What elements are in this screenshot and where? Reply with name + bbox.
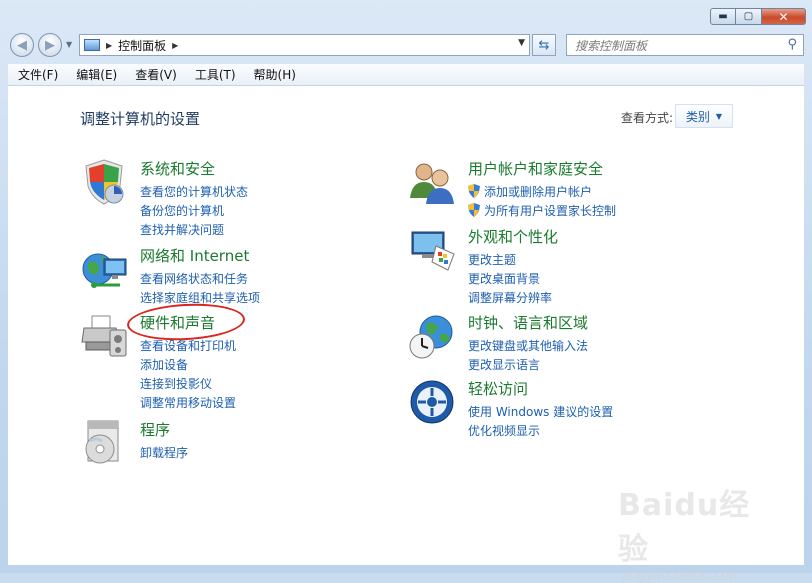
- search-box: ⚲: [566, 34, 804, 56]
- link-change-keyboard[interactable]: 更改键盘或其他输入法: [468, 337, 588, 356]
- menu-help[interactable]: 帮助(H): [244, 66, 304, 83]
- view-by-value: 类别: [685, 109, 710, 124]
- link-change-theme[interactable]: 更改主题: [468, 251, 552, 270]
- category-title-user-accounts[interactable]: 用户帐户和家庭安全: [468, 158, 603, 179]
- link-add-device[interactable]: 添加设备: [140, 356, 236, 375]
- accessibility-icon[interactable]: [408, 378, 456, 426]
- search-icon[interactable]: ⚲: [787, 37, 797, 52]
- forward-arrow-icon: ▶: [45, 37, 55, 53]
- programs-cd-icon[interactable]: [80, 419, 128, 467]
- link-connect-projector[interactable]: 连接到投影仪: [140, 375, 236, 394]
- maximize-icon: ▢: [743, 11, 754, 22]
- control-panel-icon: [84, 39, 100, 51]
- search-input[interactable]: [573, 36, 777, 56]
- back-arrow-icon: ◀: [17, 37, 27, 53]
- category-title-network-internet[interactable]: 网络和 Internet: [140, 245, 249, 266]
- view-by-dropdown[interactable]: 类别 ▼: [675, 104, 733, 128]
- globe-network-icon[interactable]: [80, 245, 128, 293]
- link-screen-resolution[interactable]: 调整屏幕分辨率: [468, 289, 552, 308]
- close-button[interactable]: ✕: [762, 8, 806, 25]
- link-add-remove-accounts[interactable]: 添加或删除用户帐户: [468, 183, 616, 202]
- refresh-button[interactable]: ⇆: [532, 34, 556, 56]
- link-parental-controls-label: 为所有用户设置家长控制: [484, 204, 617, 218]
- watermark-logo: Baidu经验: [618, 488, 751, 567]
- menu-view[interactable]: 查看(V): [125, 66, 185, 83]
- clock-globe-icon[interactable]: [408, 312, 456, 360]
- link-backup-computer[interactable]: 备份您的计算机: [140, 202, 248, 221]
- shield-icon[interactable]: [80, 158, 128, 206]
- forward-button[interactable]: ▶: [38, 33, 62, 57]
- link-display-language[interactable]: 更改显示语言: [468, 356, 588, 375]
- address-bar[interactable]: ▶ 控制面板 ▶ ▼: [79, 34, 530, 56]
- link-optimize-display[interactable]: 优化视频显示: [468, 422, 613, 441]
- menu-edit[interactable]: 编辑(E): [66, 66, 125, 83]
- navigation-bar: ◀ ▶ ▼ ▶ 控制面板 ▶ ▼ ⇆ ⚲: [0, 30, 812, 60]
- title-bar: ▬ ▢ ✕: [0, 0, 812, 30]
- link-parental-controls[interactable]: 为所有用户设置家长控制: [468, 202, 616, 221]
- breadcrumb-control-panel[interactable]: 控制面板: [118, 37, 166, 54]
- watermark: Baidu经验 jingyan.baidu.com: [618, 480, 778, 583]
- menu-bar: 文件(F) 编辑(E) 查看(V) 工具(T) 帮助(H): [8, 64, 804, 86]
- link-view-computer-status[interactable]: 查看您的计算机状态: [140, 183, 248, 202]
- link-uninstall-program[interactable]: 卸载程序: [140, 444, 188, 463]
- menu-file[interactable]: 文件(F): [8, 66, 66, 83]
- link-windows-recommended-settings[interactable]: 使用 Windows 建议的设置: [468, 403, 613, 422]
- users-icon[interactable]: [408, 158, 456, 206]
- link-add-remove-accounts-label: 添加或删除用户帐户: [484, 185, 593, 199]
- category-title-ease-of-access[interactable]: 轻松访问: [468, 378, 528, 399]
- watermark-url: jingyan.baidu.com: [622, 568, 742, 583]
- window-controls: ▬ ▢ ✕: [710, 8, 806, 25]
- chevron-down-icon: ▼: [715, 111, 723, 121]
- minimize-icon: ▬: [718, 11, 728, 22]
- category-title-programs[interactable]: 程序: [140, 419, 170, 440]
- breadcrumb-arrow-icon[interactable]: ▶: [172, 41, 178, 50]
- refresh-icon: ⇆: [538, 37, 550, 53]
- monitor-palette-icon[interactable]: [408, 226, 456, 274]
- category-title-appearance[interactable]: 外观和个性化: [468, 226, 558, 247]
- category-title-system-security[interactable]: 系统和安全: [140, 158, 215, 179]
- breadcrumb-arrow-icon[interactable]: ▶: [106, 41, 112, 50]
- back-button[interactable]: ◀: [10, 33, 34, 57]
- maximize-button[interactable]: ▢: [736, 8, 762, 25]
- uac-shield-icon: [468, 184, 480, 198]
- link-desktop-background[interactable]: 更改桌面背景: [468, 270, 552, 289]
- printer-speaker-icon[interactable]: [80, 312, 128, 360]
- uac-shield-icon: [468, 203, 480, 217]
- link-view-network-status[interactable]: 查看网络状态和任务: [140, 270, 260, 289]
- view-by-label: 查看方式:: [621, 111, 674, 125]
- recent-pages-dropdown-icon[interactable]: ▼: [66, 40, 72, 49]
- menu-tools[interactable]: 工具(T): [185, 66, 244, 83]
- window-frame: ▬ ▢ ✕ ◀ ▶ ▼ ▶ 控制面板 ▶ ▼ ⇆ ⚲ 文件(F) 编辑(E) 查…: [0, 0, 812, 583]
- link-mobility-settings[interactable]: 调整常用移动设置: [140, 394, 236, 413]
- category-title-clock-language[interactable]: 时钟、语言和区域: [468, 312, 588, 333]
- minimize-button[interactable]: ▬: [710, 8, 736, 25]
- address-dropdown-icon[interactable]: ▼: [518, 38, 525, 48]
- close-icon: ✕: [778, 9, 789, 24]
- page-title: 调整计算机的设置: [80, 110, 201, 128]
- link-find-fix-problems[interactable]: 查找并解决问题: [140, 221, 248, 240]
